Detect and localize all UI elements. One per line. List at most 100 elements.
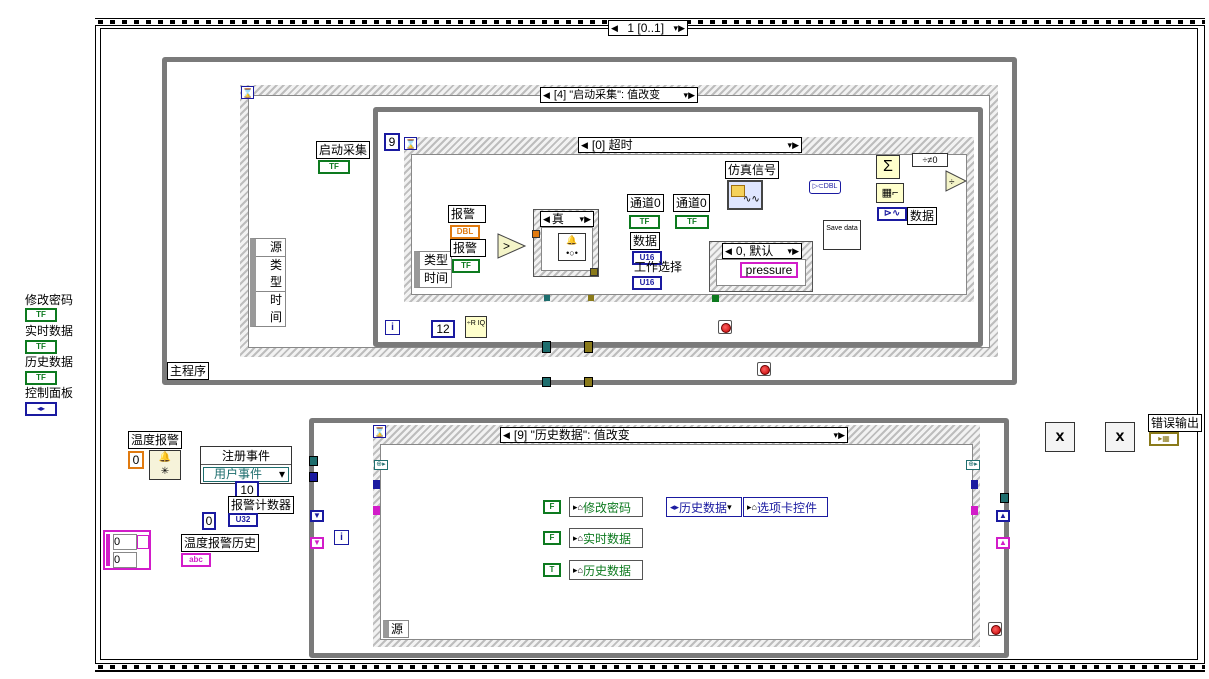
- event-case-selector[interactable]: ◀ [4] "启动采集": 值改变 ▾▶: [540, 87, 698, 103]
- simulate-signal-icon[interactable]: ∿∿: [727, 180, 763, 210]
- array-element: 0: [113, 534, 137, 550]
- history-event-selector[interactable]: ◀ [9] "历史数据": 值改变 ▾▶: [500, 427, 848, 443]
- array-index-icon[interactable]: ▦⌐: [876, 183, 904, 203]
- error-output-label: 错误输出: [1148, 414, 1203, 432]
- chevron-down-icon[interactable]: ▾: [279, 468, 285, 481]
- alarm-bool-terminal[interactable]: TF: [452, 259, 480, 273]
- unregister-events-icon[interactable]: x: [1105, 422, 1135, 452]
- decrement-arrow-icon[interactable]: ◀: [723, 244, 734, 258]
- block-diagram: ◀ 1 [0..1] ▾▶ 修改密码 TF 实时数据 TF 历史数据 TF 控制…: [0, 0, 1209, 679]
- pressure-string-constant[interactable]: pressure: [740, 262, 798, 278]
- tab-ring-constant[interactable]: ◂▸ 历史数据 ▾: [666, 497, 742, 517]
- counter-u32-terminal[interactable]: U32: [228, 513, 258, 527]
- quotient-remainder-icon[interactable]: ÷R IQ: [465, 316, 487, 338]
- boolean-terminal[interactable]: TF: [25, 308, 57, 322]
- constant-12[interactable]: 12: [431, 320, 455, 338]
- history-iteration-terminal: i: [334, 530, 349, 545]
- loop-tunnel: [309, 472, 318, 482]
- hourglass-timeout-icon: ⌛: [404, 137, 417, 150]
- decrement-arrow-icon[interactable]: ◀: [541, 212, 552, 226]
- ring-icon: ◂▸: [670, 501, 680, 512]
- alarm-dbl-terminal[interactable]: DBL: [450, 225, 480, 239]
- chevron-down-icon[interactable]: ▾▶: [786, 138, 801, 152]
- channel0-local-variable[interactable]: TF: [675, 215, 709, 229]
- timeout-constant[interactable]: 9: [384, 133, 400, 151]
- alarm-label: 报警: [450, 239, 486, 257]
- event-reg-terminal: ⊕▸: [374, 460, 388, 470]
- decrement-arrow-icon[interactable]: ◀: [541, 88, 552, 102]
- not-equal-zero-text: ≠0: [927, 155, 938, 165]
- destroy-user-event-icon[interactable]: x: [1045, 422, 1075, 452]
- shift-register-right-icon: ▲: [996, 510, 1010, 522]
- divide-icon[interactable]: ÷: [945, 170, 967, 192]
- history-loop-stop-icon[interactable]: [988, 622, 1002, 636]
- timeout-type: 类型: [420, 252, 451, 270]
- loop-stop-icon[interactable]: [757, 362, 771, 376]
- array-element: 0: [113, 552, 137, 568]
- tab-control-terminal[interactable]: ◂▸: [25, 402, 57, 416]
- data-label-right: 数据: [907, 207, 938, 225]
- wave-glyph-icon: ∿∿: [743, 194, 760, 205]
- main-program-label: 主程序: [167, 362, 210, 380]
- start-acq-terminal[interactable]: TF: [318, 160, 350, 174]
- case-selector[interactable]: ◀ 真 ▾▶: [540, 211, 594, 227]
- sequence-selector[interactable]: ◀ 1 [0..1] ▾▶: [608, 20, 688, 36]
- loop-tunnel: [584, 377, 593, 387]
- data-waveform-terminal[interactable]: ⊳∿: [877, 207, 907, 221]
- inner-loop-stop-icon[interactable]: [718, 320, 732, 334]
- sum-array-icon[interactable]: Σ: [876, 155, 900, 179]
- chevron-down-icon[interactable]: ▾: [727, 502, 732, 513]
- greater-than-icon[interactable]: >: [497, 233, 527, 259]
- create-user-event-icon[interactable]: 🔔 ✳: [149, 450, 181, 480]
- loop-tunnel: [1000, 493, 1009, 503]
- realtime-property-node[interactable]: ▸⌂ 实时数据: [569, 528, 643, 548]
- hourglass-timeout-icon: ⌛: [241, 86, 254, 99]
- event-data-source: 源: [256, 239, 285, 257]
- decrement-arrow-icon[interactable]: ◀: [579, 138, 590, 152]
- true-constant[interactable]: T: [543, 563, 561, 577]
- modify-pw-property-node[interactable]: ▸⌂ 修改密码: [569, 497, 643, 517]
- temp-alarm-control[interactable]: 0: [128, 451, 144, 469]
- abc-string-terminal[interactable]: abc: [181, 553, 211, 567]
- false-constant[interactable]: F: [543, 500, 561, 514]
- inner-event-case-selector[interactable]: ◀ [0] 超时 ▾▶: [578, 137, 802, 153]
- work-select-label: 工作选择: [634, 260, 683, 274]
- loop-tunnel: [542, 377, 551, 387]
- sim-signal-label: 仿真信号: [725, 161, 780, 179]
- chevron-down-icon[interactable]: ▾▶: [682, 88, 697, 102]
- chevron-down-icon[interactable]: ▾▶: [832, 428, 847, 442]
- tab-control-property-node[interactable]: ▸⌂ 选项卡控件: [743, 497, 828, 517]
- user-event-selector[interactable]: 用户事件 ▾: [203, 467, 289, 482]
- boolean-terminal[interactable]: TF: [25, 340, 57, 354]
- register-events-header: 注册事件: [201, 447, 291, 465]
- not-equal-zero-icon[interactable]: ÷≠0: [912, 153, 948, 167]
- string-array-control[interactable]: 0 0: [103, 530, 151, 570]
- chevron-down-icon[interactable]: ▾▶: [786, 244, 801, 258]
- register-events-node[interactable]: 注册事件 用户事件 ▾: [200, 446, 292, 484]
- array-index: [106, 534, 110, 566]
- channel0-local-label: 通道0: [673, 194, 710, 212]
- property-arrow-icon: ▸⌂: [573, 532, 583, 543]
- convert-dynamic-data-icon[interactable]: ▷⊂DBL: [809, 180, 841, 194]
- user-event-icon: •○•: [566, 248, 578, 258]
- generate-user-event-icon[interactable]: 🔔 •○•: [558, 233, 586, 261]
- timeout-event-cluster: 类型 时间: [414, 251, 452, 288]
- legend-item-label: 控制面板: [25, 386, 74, 400]
- decrement-arrow-icon[interactable]: ◀: [501, 428, 512, 442]
- false-constant[interactable]: F: [543, 531, 561, 545]
- boolean-terminal[interactable]: TF: [25, 371, 57, 385]
- loop-tunnel: [542, 341, 551, 353]
- chevron-down-icon[interactable]: ▾▶: [578, 212, 593, 226]
- counter-constant[interactable]: 0: [202, 512, 216, 530]
- hourglass-timeout-icon: ⌛: [373, 425, 386, 438]
- save-data-subvi[interactable]: Save data: [823, 220, 861, 250]
- channel0-terminal[interactable]: TF: [629, 215, 660, 229]
- history-source-cluster: 源: [383, 620, 409, 638]
- history-property-node[interactable]: ▸⌂ 历史数据: [569, 560, 643, 580]
- work-select-u16-terminal[interactable]: U16: [632, 276, 662, 290]
- history-event-selector-label: [9] "历史数据": 值改变: [513, 428, 630, 442]
- chevron-down-icon[interactable]: ▾▶: [672, 21, 687, 35]
- sub-case-selector[interactable]: ◀ 0, 默认 ▾▶: [722, 243, 802, 259]
- error-cluster-terminal[interactable]: ▸▦: [1149, 432, 1179, 446]
- decrement-arrow-icon[interactable]: ◀: [609, 21, 620, 35]
